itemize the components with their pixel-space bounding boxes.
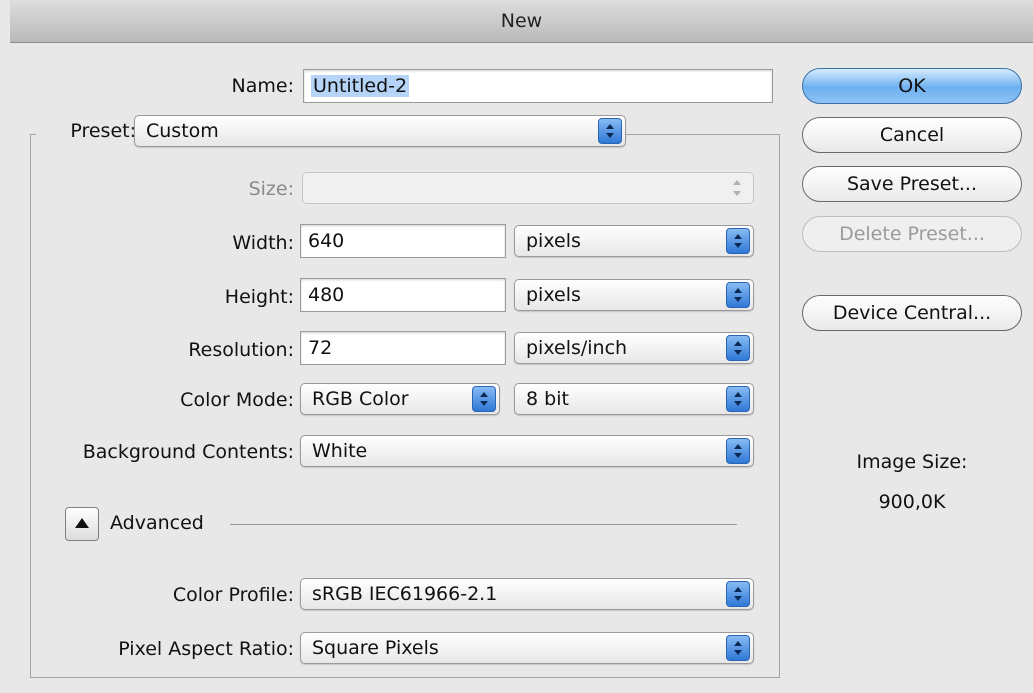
color-profile-select[interactable]: sRGB IEC61966-2.1 bbox=[300, 578, 754, 610]
pixel-aspect-ratio-select[interactable]: Square Pixels bbox=[300, 632, 754, 664]
width-label: Width: bbox=[232, 232, 294, 254]
resolution-unit-stepper-icon bbox=[726, 335, 750, 361]
new-document-dialog: Name: Untitled-2 Preset: Custom Size: Wi… bbox=[10, 43, 1033, 693]
preset-select[interactable]: Custom bbox=[134, 115, 626, 147]
preset-value: Custom bbox=[146, 120, 219, 142]
advanced-disclosure-button[interactable] bbox=[65, 507, 99, 541]
color-mode-select[interactable]: RGB Color bbox=[300, 383, 500, 415]
bit-depth-value: 8 bit bbox=[526, 388, 569, 410]
save-preset-button[interactable]: Save Preset... bbox=[802, 166, 1022, 202]
background-contents-value: White bbox=[312, 440, 368, 462]
pixel-aspect-ratio-label: Pixel Aspect Ratio: bbox=[118, 638, 294, 660]
advanced-separator bbox=[230, 524, 737, 525]
image-size-value: 900,0K bbox=[878, 491, 946, 513]
name-field[interactable]: Untitled-2 bbox=[303, 69, 773, 103]
cancel-button[interactable]: Cancel bbox=[802, 117, 1022, 153]
device-central-button[interactable]: Device Central... bbox=[802, 295, 1022, 331]
name-value: Untitled-2 bbox=[311, 75, 410, 97]
bit-depth-stepper-icon bbox=[726, 386, 750, 412]
background-contents-select[interactable]: White bbox=[300, 435, 754, 467]
background-contents-label: Background Contents: bbox=[82, 441, 294, 463]
color-mode-value: RGB Color bbox=[312, 388, 409, 410]
resolution-unit-select[interactable]: pixels/inch bbox=[514, 332, 754, 364]
title-bar: New bbox=[10, 0, 1033, 43]
image-size-label: Image Size: bbox=[856, 451, 968, 473]
color-mode-stepper-icon bbox=[472, 386, 496, 412]
height-unit-select[interactable]: pixels bbox=[514, 279, 754, 311]
color-mode-label: Color Mode: bbox=[180, 389, 294, 411]
width-value: 640 bbox=[308, 230, 345, 252]
height-field[interactable]: 480 bbox=[300, 278, 506, 312]
preset-stepper-icon bbox=[598, 118, 622, 144]
color-profile-value: sRGB IEC61966-2.1 bbox=[312, 583, 498, 605]
height-unit: pixels bbox=[526, 284, 581, 306]
width-unit-select[interactable]: pixels bbox=[514, 225, 754, 257]
size-label: Size: bbox=[248, 178, 294, 200]
resolution-value: 72 bbox=[308, 337, 333, 359]
width-field[interactable]: 640 bbox=[300, 224, 506, 258]
bit-depth-select[interactable]: 8 bit bbox=[514, 383, 754, 415]
advanced-label: Advanced bbox=[110, 512, 204, 534]
width-unit-stepper-icon bbox=[726, 228, 750, 254]
pixel-aspect-ratio-stepper-icon bbox=[726, 635, 750, 661]
resolution-field[interactable]: 72 bbox=[300, 331, 506, 365]
triangle-up-icon bbox=[75, 518, 89, 528]
height-label: Height: bbox=[224, 286, 294, 308]
background-contents-stepper-icon bbox=[726, 438, 750, 464]
height-unit-stepper-icon bbox=[726, 282, 750, 308]
name-label: Name: bbox=[231, 75, 294, 97]
height-value: 480 bbox=[308, 284, 345, 306]
preset-label: Preset: bbox=[36, 120, 136, 142]
size-select bbox=[302, 172, 754, 204]
color-profile-label: Color Profile: bbox=[172, 584, 294, 606]
ok-button[interactable]: OK bbox=[802, 68, 1022, 104]
size-stepper-icon bbox=[726, 175, 750, 201]
width-unit: pixels bbox=[526, 230, 581, 252]
window-title: New bbox=[500, 10, 543, 32]
pixel-aspect-ratio-value: Square Pixels bbox=[312, 637, 439, 659]
resolution-unit: pixels/inch bbox=[526, 337, 628, 359]
delete-preset-button: Delete Preset... bbox=[802, 216, 1022, 252]
resolution-label: Resolution: bbox=[188, 339, 294, 361]
color-profile-stepper-icon bbox=[726, 581, 750, 607]
